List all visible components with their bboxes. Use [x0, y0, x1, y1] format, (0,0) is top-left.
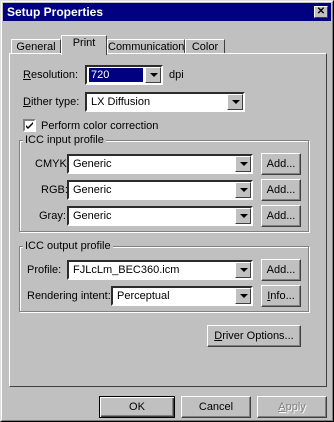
apply-button[interactable]: Apply — [257, 396, 327, 418]
rendering-intent-label: Rendering intent: — [27, 290, 111, 302]
color-correction-checkbox[interactable] — [23, 119, 36, 132]
color-correction-label: Perform color correction — [41, 120, 159, 132]
gray-label: Gray: — [39, 210, 66, 222]
tab-communication[interactable]: Communication — [107, 39, 185, 54]
tab-print[interactable]: Print — [61, 35, 107, 55]
output-profile-value: FJLcLm_BEC360.icm — [73, 264, 180, 276]
tab-communication-label: Communication — [108, 41, 185, 53]
gray-add-button[interactable]: Add... — [261, 205, 301, 227]
driver-options-button[interactable]: Driver Options... — [207, 325, 301, 347]
rendering-intent-select[interactable]: Perceptual — [111, 286, 253, 306]
resolution-label: Resolution: — [23, 69, 79, 81]
profile-label: Profile: — [27, 264, 62, 276]
tab-color[interactable]: Color — [185, 39, 225, 54]
cmyk-add-button[interactable]: Add... — [261, 153, 301, 175]
cmyk-label: CMYK: — [35, 158, 70, 170]
gray-profile-select[interactable]: Generic — [67, 206, 253, 226]
info-button[interactable]: Info... — [261, 285, 301, 307]
cancel-button[interactable]: Cancel — [181, 396, 251, 418]
rendering-intent-value: Perceptual — [117, 290, 170, 302]
gray-profile-value: Generic — [73, 210, 112, 222]
close-icon: ✕ — [316, 6, 326, 17]
cmyk-profile-value: Generic — [73, 158, 112, 170]
rgb-label: RGB: — [41, 184, 68, 196]
chevron-down-icon[interactable] — [235, 208, 251, 224]
output-profile-select[interactable]: FJLcLm_BEC360.icm — [67, 260, 253, 280]
tab-general[interactable]: General — [11, 39, 61, 54]
dither-value: LX Diffusion — [91, 96, 151, 108]
rgb-add-button[interactable]: Add... — [261, 179, 301, 201]
chevron-down-icon[interactable] — [145, 67, 161, 83]
resolution-select[interactable]: 720 — [85, 65, 163, 85]
resolution-unit: dpi — [169, 69, 184, 81]
dither-select[interactable]: LX Diffusion — [85, 92, 245, 112]
check-icon — [26, 122, 33, 129]
window-title: Setup Properties — [7, 5, 104, 19]
chevron-down-icon[interactable] — [235, 156, 251, 172]
rgb-profile-value: Generic — [73, 184, 112, 196]
close-button[interactable]: ✕ — [314, 6, 328, 18]
chevron-down-icon[interactable] — [235, 288, 251, 304]
setup-properties-dialog: Setup Properties ✕ General Print Communi… — [0, 0, 334, 422]
chevron-down-icon[interactable] — [235, 262, 251, 278]
rgb-profile-select[interactable]: Generic — [67, 180, 253, 200]
active-tab-join — [62, 53, 106, 55]
dither-label: Dither type: — [23, 96, 80, 108]
output-add-button[interactable]: Add... — [261, 259, 301, 281]
icc-input-title: ICC input profile — [23, 134, 106, 146]
chevron-down-icon[interactable] — [227, 94, 243, 110]
tab-color-label: Color — [191, 41, 219, 53]
tab-print-label: Print — [72, 37, 96, 49]
ok-button[interactable]: OK — [99, 396, 175, 418]
tab-general-label: General — [16, 41, 56, 53]
cmyk-profile-select[interactable]: Generic — [67, 154, 253, 174]
resolution-value: 720 — [89, 68, 143, 82]
title-bar: Setup Properties ✕ — [3, 3, 331, 21]
icc-output-title: ICC output profile — [23, 240, 113, 252]
chevron-down-icon[interactable] — [235, 182, 251, 198]
